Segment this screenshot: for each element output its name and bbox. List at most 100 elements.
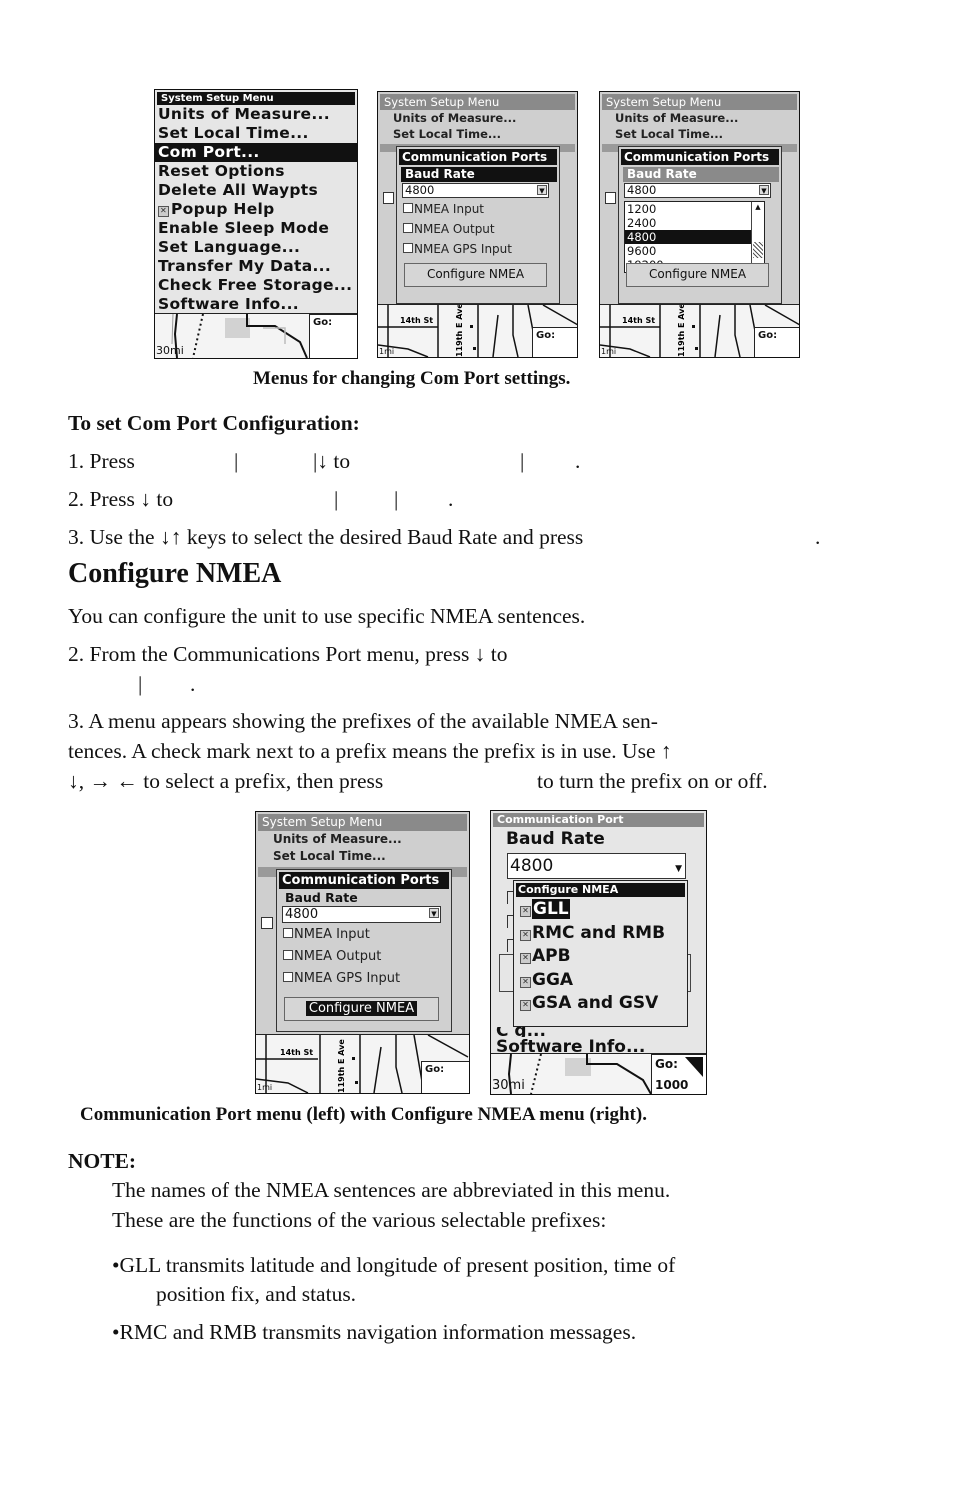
checkbox-icon[interactable] [403, 243, 413, 253]
nmea-sentence-gga[interactable]: ✕ GGA [514, 968, 687, 992]
map-scale: 30mi [492, 1078, 525, 1093]
nmea-sentence-rmc-rmb[interactable]: ✕ RMC and RMB [514, 921, 687, 945]
communication-ports-screen: System Setup Menu Units of Measure... Se… [255, 811, 470, 1094]
menu-title: System Setup Menu [602, 94, 797, 110]
bullet-gll-line-2: position fix, and status. [156, 1282, 357, 1306]
baud-rate-select[interactable]: 4800 ▼ [282, 906, 441, 923]
baud-option[interactable]: 9600 [625, 244, 751, 258]
go-label: Go: [425, 1064, 445, 1075]
street-label-119th: 119th E Ave [455, 305, 464, 357]
step-3: 3. Use the ↓↑ keys to select the desired… [68, 525, 584, 549]
checkbox-checked-icon[interactable]: ✕ [520, 929, 531, 941]
checkbox-checked-icon[interactable]: ✕ [520, 906, 531, 917]
menu-lower-items: C g... Software Info... [491, 1027, 706, 1057]
baud-rate-select[interactable]: 4800 ▼ [624, 183, 771, 198]
checkbox-icon[interactable] [403, 203, 413, 213]
street-label-14th: 14th St [280, 1048, 313, 1057]
scroll-up-icon[interactable]: ▲ [752, 202, 764, 212]
list-scrollbar[interactable]: ▲ ▼ [751, 202, 764, 272]
menu-item-reset-options[interactable]: Reset Options [155, 162, 357, 181]
dialog-title: Configure NMEA [516, 883, 685, 897]
baud-rate-select[interactable]: 4800 ▼ [507, 853, 686, 879]
option-label: NMEA Output [294, 949, 382, 964]
note-paragraph-line-2: These are the functions of the various s… [112, 1208, 607, 1232]
baud-rate-label: Baud Rate [401, 167, 557, 182]
note-label: NOTE: [68, 1149, 137, 1173]
menu-item-delete-waypts[interactable]: Delete All Waypts [155, 181, 357, 200]
option-label: NMEA Input [294, 927, 370, 942]
step-text: . [448, 487, 454, 511]
menu-item-free-storage[interactable]: Check Free Storage... [155, 276, 357, 295]
option-label: NMEA Output [414, 222, 495, 236]
dropdown-arrow-icon[interactable]: ▼ [537, 185, 547, 195]
nmea-input-option[interactable]: NMEA Input [397, 198, 559, 218]
configure-nmea-button[interactable]: Configure NMEA [626, 263, 769, 287]
button-label: Configure NMEA [648, 267, 747, 281]
checkbox-checked-icon[interactable]: ✕ [520, 976, 531, 988]
communication-ports-dialog: Communication Ports Baud Rate 4800 ▼ NMEA… [276, 869, 452, 1032]
nmea-sentence-gsa-gsv[interactable]: ✕ GSA and GSV [514, 991, 687, 1015]
checkbox-checked-icon[interactable]: ✕ [520, 1000, 531, 1011]
menu-item-com-port[interactable]: Com Port... [155, 143, 357, 162]
menu-item-units[interactable]: Units of Measure... [600, 110, 799, 126]
menu-item-sleep-mode[interactable]: Enable Sleep Mode [155, 219, 357, 238]
nmea-gps-input-option[interactable]: NMEA GPS Input [397, 238, 559, 258]
menu-item-language[interactable]: Set Language... [155, 238, 357, 257]
nmea-output-option[interactable]: NMEA Output [397, 218, 559, 238]
map-scale: 1mi [601, 347, 617, 356]
baud-option[interactable]: 1200 [625, 202, 751, 216]
menu-item-software-info[interactable]: Software Info... [155, 295, 357, 314]
baud-option-selected[interactable]: 4800 [625, 230, 751, 244]
step-separator: | [138, 672, 143, 696]
menu-item-local-time[interactable]: Set Local Time... [155, 124, 357, 143]
nmea-gps-input-option[interactable]: NMEA GPS Input [277, 967, 451, 989]
step-2: 2. Press ↓ to [68, 487, 174, 511]
checkbox-icon[interactable] [403, 223, 413, 233]
nmea-sentence-gll[interactable]: ✕ GLL [514, 897, 687, 921]
go-label: Go: [536, 330, 556, 341]
step-separator: | [394, 487, 399, 511]
menu-item-local-time[interactable]: Set Local Time... [600, 126, 799, 142]
checkbox-icon[interactable] [283, 928, 293, 938]
map-preview: 14th St 119th E Ave 1mi Go: [256, 1034, 469, 1093]
bullet-gll-line-1: •GLL transmits latitude and longitude of… [112, 1253, 676, 1277]
baud-rate-label: Baud Rate [623, 167, 779, 182]
step-text: |↓ to [313, 449, 351, 473]
com-ports-screen: System Setup Menu Units of Measure... Se… [377, 91, 578, 358]
street-label-14th: 14th St [622, 316, 655, 325]
menu-item-units[interactable]: Units of Measure... [256, 831, 469, 848]
option-label: NMEA Input [414, 202, 485, 216]
configure-nmea-button[interactable]: Configure NMEA [404, 263, 547, 287]
checkbox-checked-icon[interactable]: ✕ [158, 206, 169, 217]
checkbox-checked-icon[interactable]: ✕ [520, 953, 531, 964]
nmea-sentence-apb[interactable]: ✕ APB [514, 944, 687, 968]
baud-rate-label: Baud Rate [506, 829, 605, 849]
go-box: Go: [532, 327, 577, 357]
nmea-output-option[interactable]: NMEA Output [277, 945, 451, 967]
dropdown-arrow-icon[interactable]: ▼ [429, 908, 439, 918]
dropdown-arrow-icon[interactable]: ▼ [759, 185, 769, 195]
configure-nmea-button[interactable]: Configure NMEA [284, 997, 439, 1021]
step-3-line-2: tences. A check mark next to a prefix me… [68, 739, 672, 763]
menu-item-units[interactable]: Units of Measure... [378, 110, 577, 126]
menu-item-local-time[interactable]: Set Local Time... [256, 848, 469, 865]
checkbox-icon[interactable] [283, 972, 293, 982]
menu-item-local-time[interactable]: Set Local Time... [378, 126, 577, 142]
street-label-14th: 14th St [400, 316, 433, 325]
go-box: Go: [754, 327, 799, 357]
map-scale: 30mi [156, 344, 184, 357]
step-text: 1. Press [68, 449, 135, 473]
menu-item-units[interactable]: Units of Measure... [155, 105, 357, 124]
menu-item-transfer-data[interactable]: Transfer My Data... [155, 257, 357, 276]
baud-rate-select[interactable]: 4800 ▼ [402, 183, 549, 198]
scroll-thumb[interactable] [753, 242, 763, 258]
section-heading: To set Com Port Configuration: [68, 411, 360, 435]
go-label: Go: [758, 330, 778, 341]
dropdown-arrow-icon[interactable]: ▼ [675, 857, 682, 881]
baud-option[interactable]: 2400 [625, 216, 751, 230]
step-3-line-1: 3. A menu appears showing the prefixes o… [68, 709, 658, 733]
checkbox-icon[interactable] [283, 950, 293, 960]
nmea-input-option[interactable]: NMEA Input [277, 923, 451, 945]
menu-item-popup-help[interactable]: ✕ Popup Help [155, 200, 357, 219]
sentence-label: GGA [532, 969, 574, 990]
